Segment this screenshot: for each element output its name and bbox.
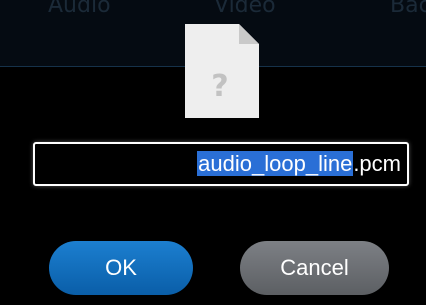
cancel-button[interactable]: Cancel xyxy=(240,241,389,295)
filename-value: audio_loop_line.pcm xyxy=(197,149,401,179)
ok-button-label: OK xyxy=(105,255,137,280)
filename-selected-text: audio_loop_line xyxy=(197,151,354,176)
ok-button[interactable]: OK xyxy=(49,241,193,295)
screen: Audio Video Bac ? audio_loop_line.pcm OK… xyxy=(0,0,426,305)
cancel-button-label: Cancel xyxy=(280,255,349,280)
unknown-file-icon: ? xyxy=(185,24,259,118)
question-mark-glyph: ? xyxy=(211,69,228,104)
filename-input[interactable]: audio_loop_line.pcm xyxy=(33,142,409,186)
filename-extension: .pcm xyxy=(353,151,401,176)
rename-file-dialog: ? audio_loop_line.pcm OK Cancel xyxy=(0,0,426,305)
